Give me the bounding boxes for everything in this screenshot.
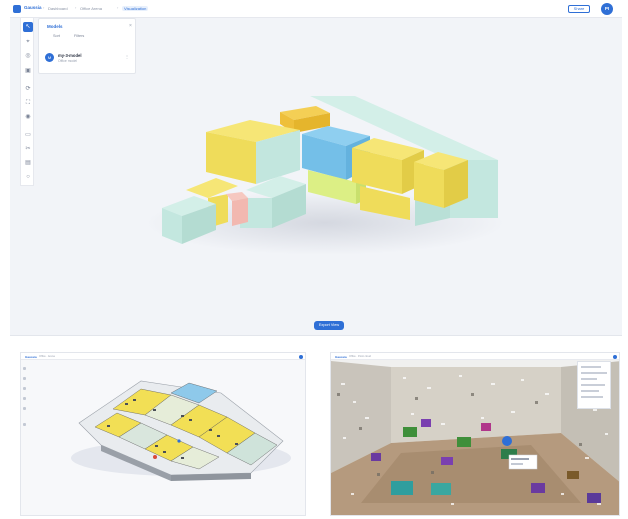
- user-avatar[interactable]: PI: [601, 3, 613, 15]
- popup-text-line: [581, 366, 601, 368]
- popup-text-line: [581, 384, 605, 386]
- breadcrumb-separator-icon: ›: [117, 5, 119, 10]
- 3d-building-canvas[interactable]: [10, 18, 622, 318]
- top-bar: Gaussia › Dashboard › Office Arena › Vis…: [10, 0, 622, 18]
- room-block-office-north[interactable]: [206, 120, 300, 184]
- pointcloud-preview-window[interactable]: Gaussia Office · Point cloud: [330, 352, 620, 516]
- app-brand[interactable]: Gaussia: [24, 5, 42, 10]
- floorplan-preview-window[interactable]: Gaussia Office · Arena: [20, 352, 306, 516]
- popup-text-line: [581, 372, 607, 374]
- floorplan-3d-preview: [71, 380, 291, 481]
- breadcrumb-current[interactable]: Visualization: [122, 5, 149, 11]
- popup-text-line: [581, 390, 599, 392]
- breadcrumb-separator-icon: ›: [75, 5, 77, 10]
- object-info-popup: [577, 361, 611, 409]
- share-button[interactable]: Share: [568, 5, 590, 13]
- screenshot-collage: Gaussia › Dashboard › Office Arena › Vis…: [0, 0, 628, 519]
- breadcrumb-dashboard[interactable]: Dashboard: [48, 6, 68, 11]
- breadcrumb-project[interactable]: Office Arena: [80, 6, 102, 11]
- main-viewer-window: Gaussia › Dashboard › Office Arena › Vis…: [10, 0, 622, 336]
- room-block-office-southeast[interactable]: [414, 152, 468, 208]
- breadcrumb-separator-icon: ›: [43, 5, 45, 10]
- app-logo-icon[interactable]: [13, 5, 21, 13]
- export-view-button[interactable]: Export View: [314, 321, 344, 330]
- popup-text-line: [581, 378, 597, 380]
- popup-text-line: [581, 396, 603, 398]
